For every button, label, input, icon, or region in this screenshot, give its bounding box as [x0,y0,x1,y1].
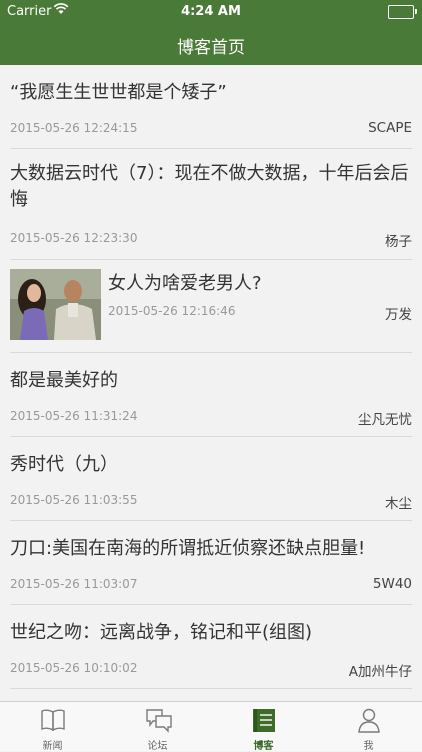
list-item[interactable]: “我愿生生世世都是个矮子” 2015-05-26 12:24:15 SCAPE [10,65,412,149]
post-title: 都是最美好的 [10,370,118,391]
post-title: 刀口:美国在南海的所谓抵近侦察还缺点胆量! [10,538,366,559]
post-date: 2015-05-26 12:24:15 [10,121,138,135]
battery-icon [388,5,417,19]
post-author: 5W40 [372,576,412,592]
post-author: 杨子 [385,234,412,250]
post-title: 世纪之吻：远离战争，铭记和平(组图) [10,622,313,643]
post-author: A加州牛仔 [348,664,412,680]
post-date: 2015-05-26 12:16:46 [108,304,236,318]
post-author: SCAPE [368,120,412,136]
post-date: 2015-05-26 10:10:02 [10,661,138,675]
tab-news[interactable]: 新闻 [0,702,105,752]
post-title: 女人为啥爱老男人? [108,273,262,294]
book-icon [41,709,65,732]
post-author: 木尘 [385,496,412,512]
status-bar: Carrier 4:24 AM [0,0,422,22]
tab-blog[interactable]: 博客 [211,702,316,752]
post-author: 万发 [385,307,412,323]
post-title: 秀时代（九） [10,454,118,475]
list-item[interactable]: 秀时代（九） 2015-05-26 11:03:55 木尘 [10,437,412,521]
post-author: 尘凡无忧 [358,412,412,428]
post-date: 2015-05-26 11:03:55 [10,493,138,507]
tab-forum[interactable]: 论坛 [105,702,210,752]
post-title: 大数据云时代（7）：现在不做大数据，十年后会后悔 [10,163,409,210]
page-title: 博客首页 [177,38,245,58]
post-date: 2015-05-26 11:03:07 [10,577,138,591]
blog-post-list: “我愿生生世世都是个矮子” 2015-05-26 12:24:15 SCAPE … [0,65,422,689]
chat-bubbles-icon [146,709,172,733]
tab-me[interactable]: 我 [316,702,421,752]
post-thumbnail [10,269,101,340]
list-item[interactable]: 大数据云时代（7）：现在不做大数据，十年后会后悔 2015-05-26 12:2… [10,149,412,260]
clock-time: 4:24 AM [181,4,241,19]
list-item[interactable]: 都是最美好的 2015-05-26 11:31:24 尘凡无忧 [10,353,412,437]
notebook-icon [253,709,275,732]
person-icon [358,708,380,733]
tab-bar: 新闻 论坛 博客 我 [0,701,422,752]
navigation-header: Carrier 4:24 AM 博客首页 [0,0,422,65]
post-date: 2015-05-26 12:23:30 [10,231,138,245]
list-item[interactable]: 世纪之吻：远离战争，铭记和平(组图) 2015-05-26 10:10:02 A… [10,605,412,689]
list-item[interactable]: 刀口:美国在南海的所谓抵近侦察还缺点胆量! 2015-05-26 11:03:0… [10,521,412,605]
post-title: “我愿生生世世都是个矮子” [10,82,227,103]
list-item[interactable]: 女人为啥爱老男人? 2015-05-26 12:16:46 万发 [10,260,412,353]
post-date: 2015-05-26 11:31:24 [10,409,138,423]
